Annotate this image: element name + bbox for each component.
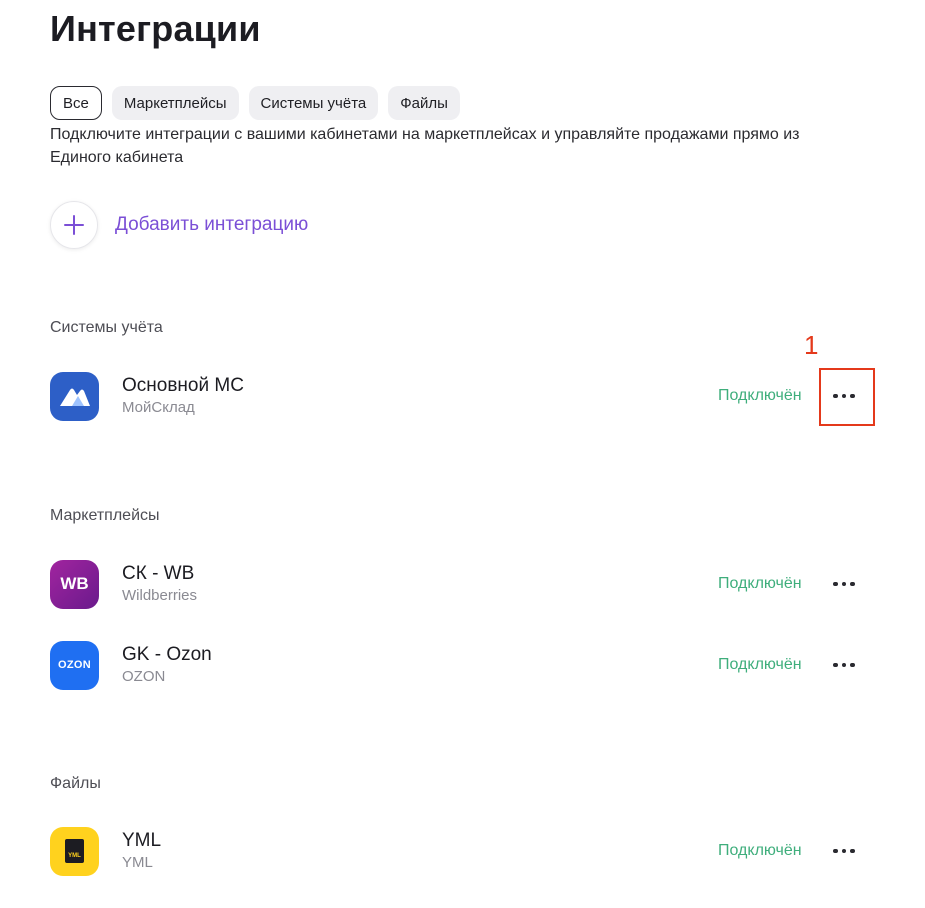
annotation-highlight-box [819, 368, 875, 426]
integration-provider: YML [122, 853, 153, 871]
integration-provider: МойСклад [122, 398, 195, 416]
dot [850, 581, 855, 587]
dot [841, 581, 847, 587]
more-options-button[interactable] [828, 570, 860, 598]
filter-chip-accounting[interactable]: Системы учёта [248, 86, 379, 120]
status-badge: Подключён [718, 842, 802, 859]
status-badge: Подключён [718, 387, 802, 404]
status-badge: Подключён [718, 575, 802, 592]
moysklad-logo-icon [50, 371, 99, 421]
integration-name: YML [122, 829, 162, 851]
ozon-logo-icon: OZON [50, 640, 99, 690]
plus-icon [50, 201, 98, 249]
file-icon: YML [65, 839, 84, 863]
more-options-button[interactable] [828, 837, 860, 865]
integration-name: СК - WB [122, 562, 195, 584]
integration-row-wildberries[interactable]: WB СК - WB Wildberries Подключён [50, 559, 860, 609]
wildberries-logo-icon: WB [50, 559, 99, 609]
dot [833, 662, 838, 668]
page-title: Интеграции [50, 8, 261, 49]
dot [833, 581, 838, 587]
filter-chips: Все Маркетплейсы Системы учёта Файлы [50, 86, 460, 120]
intro-text: Подключите интеграции с вашими кабинетам… [50, 126, 800, 166]
dot [850, 662, 855, 668]
wb-logo-text: WB [60, 574, 89, 593]
status-badge: Подключён [718, 656, 802, 673]
annotation-number: 1 [804, 330, 819, 360]
integration-row-moysklad[interactable]: Основной МС МойСклад Подключён [50, 371, 860, 421]
integration-provider: Wildberries [122, 586, 198, 604]
more-options-button[interactable] [828, 651, 860, 679]
filter-chip-marketplaces[interactable]: Маркетплейсы [111, 86, 239, 120]
section-title-marketplaces: Маркетплейсы [50, 507, 160, 524]
ozon-logo-text: OZON [58, 659, 91, 671]
integration-row-yml[interactable]: YML YML YML Подключён [50, 826, 860, 876]
dot [841, 848, 847, 854]
add-integration-button[interactable]: Добавить интеграцию [50, 201, 308, 249]
dot [841, 662, 847, 668]
yml-file-icon: YML [50, 826, 99, 876]
dot [833, 848, 838, 854]
dot [850, 848, 855, 854]
filter-chip-all[interactable]: Все [50, 86, 102, 120]
yml-logo-text: YML [68, 853, 81, 859]
add-integration-label: Добавить интеграцию [115, 214, 309, 235]
section-title-accounting: Системы учёта [50, 319, 163, 336]
integration-provider: OZON [122, 667, 166, 685]
section-title-files: Файлы [50, 775, 101, 792]
integration-name: Основной МС [122, 374, 244, 396]
filter-chip-files[interactable]: Файлы [388, 86, 460, 120]
integration-name: GK - Ozon [122, 643, 212, 665]
integration-row-ozon[interactable]: OZON GK - Ozon OZON Подключён [50, 640, 860, 690]
